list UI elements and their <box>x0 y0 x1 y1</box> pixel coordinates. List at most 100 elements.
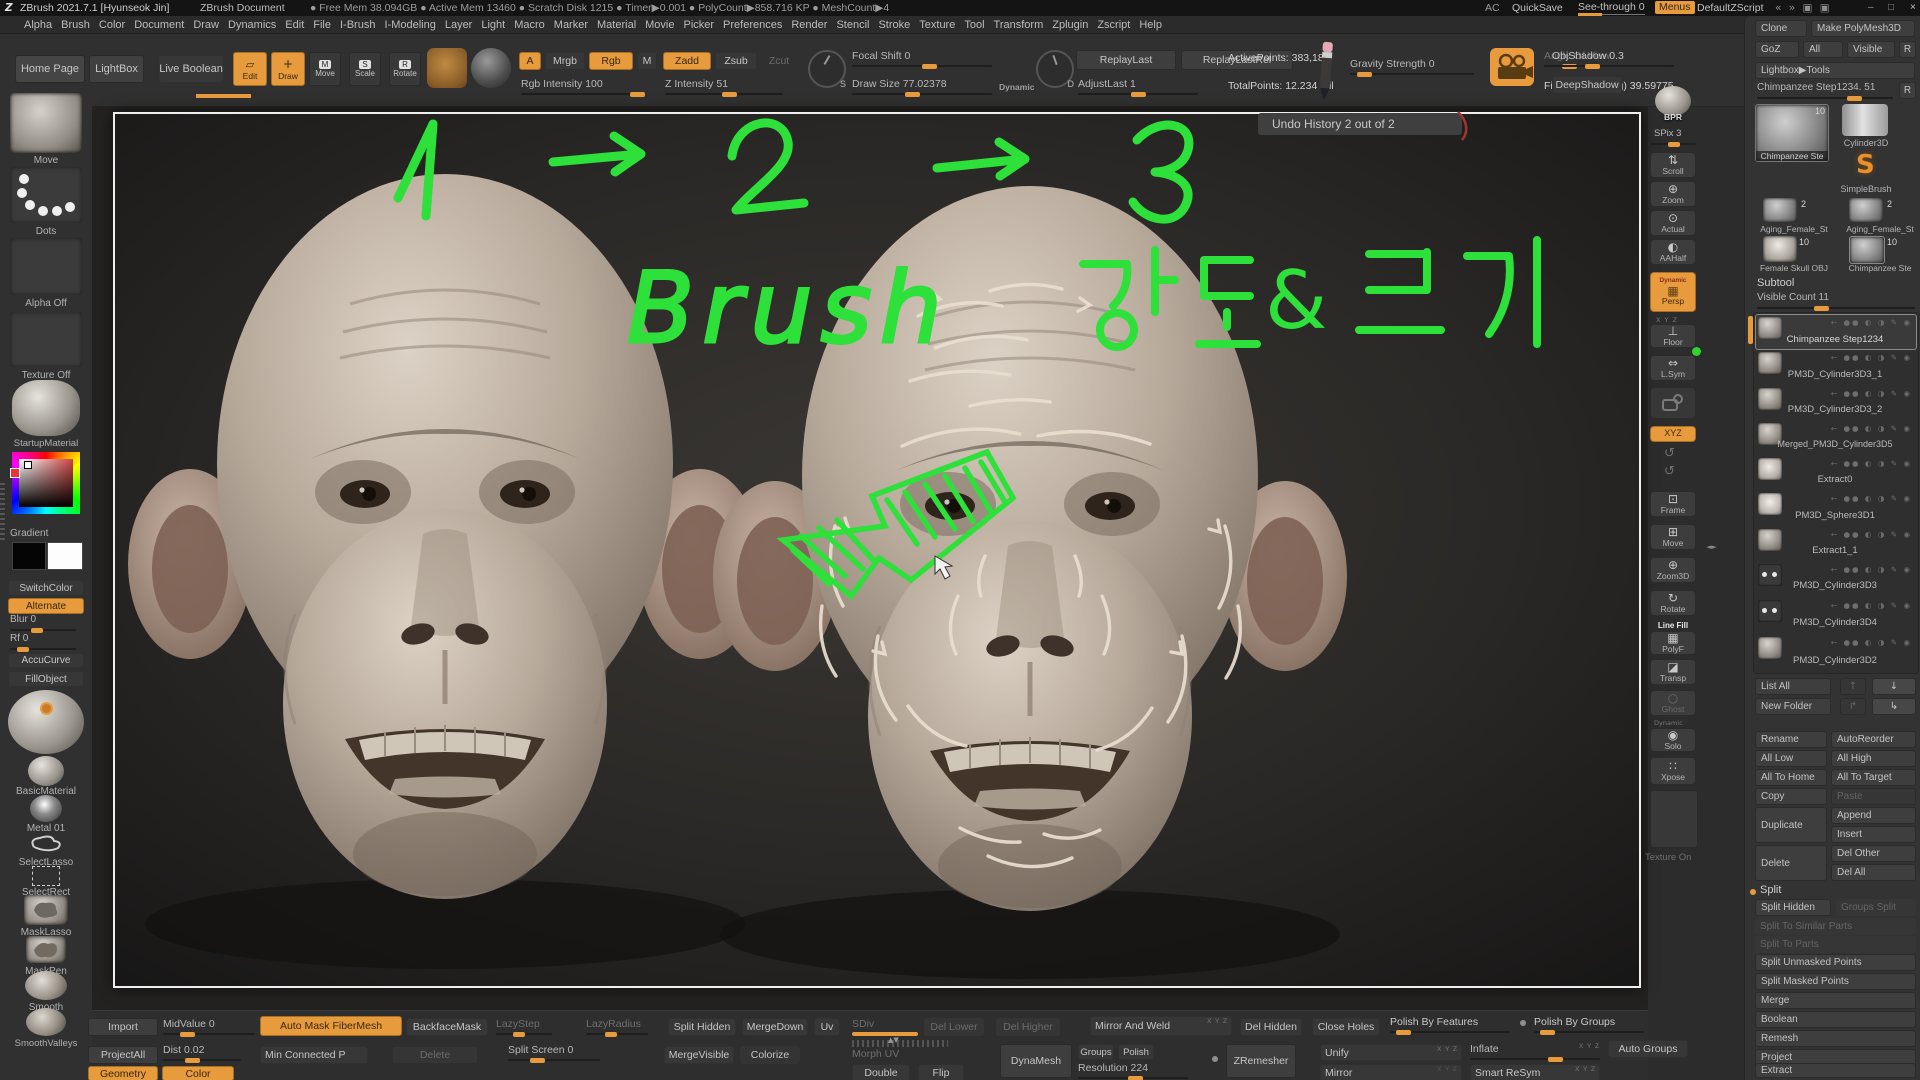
deep-shadow-button[interactable]: DeepShadow <box>1552 76 1622 94</box>
floor-button[interactable]: ⊥Floor <box>1650 324 1696 348</box>
polish-by-features-slider[interactable]: Polish By Features <box>1390 1016 1510 1033</box>
visible-count-slider[interactable]: Visible Count 11 <box>1757 292 1915 309</box>
dist-slider[interactable]: Dist 0.02 <box>163 1044 241 1061</box>
dynamesh-mode-dot[interactable] <box>1212 1056 1218 1062</box>
secondary-color-swatch[interactable] <box>47 542 83 570</box>
all-to-home-button[interactable]: All To Home <box>1755 769 1827 786</box>
morph-uv-label[interactable]: Morph UV <box>852 1048 899 1060</box>
goz-all-button[interactable]: All <box>1803 41 1843 58</box>
mask-pen-thumbnail[interactable] <box>26 936 66 963</box>
sdiv-step-arrows[interactable]: ▲▼ <box>888 1036 899 1044</box>
window-layout-icons[interactable]: « » ▣ ▣ <box>1775 2 1832 14</box>
lightbox-button[interactable]: LightBox <box>89 55 144 83</box>
auto-mask-fibermesh-button[interactable]: Auto Mask FiberMesh <box>260 1016 402 1036</box>
pencil-icon[interactable] <box>1312 40 1340 102</box>
default-zscript-button[interactable]: DefaultZScript <box>1697 2 1764 14</box>
ac-button[interactable]: AC <box>1485 2 1500 14</box>
inflate-slider[interactable]: Inflate X Y Z <box>1470 1043 1600 1060</box>
close-holes-button[interactable]: Close Holes <box>1312 1018 1380 1036</box>
split-section-header[interactable]: Split <box>1760 884 1781 896</box>
unify-button[interactable]: Unify X Y Z <box>1320 1044 1462 1061</box>
insert-button[interactable]: Insert <box>1831 826 1916 843</box>
color-tab[interactable]: Color <box>162 1066 234 1080</box>
mirror-button[interactable]: Mirror X Y Z <box>1320 1064 1462 1080</box>
backface-mask-button[interactable]: BackfaceMask <box>406 1018 488 1036</box>
move-canvas-button[interactable]: ⊞Move <box>1650 524 1696 550</box>
flip-button[interactable]: Flip <box>918 1064 964 1080</box>
dynamesh-button[interactable]: DynaMesh <box>1000 1044 1072 1078</box>
tool-item-thumbnail[interactable] <box>1763 198 1797 222</box>
document-viewport[interactable]: Brush & 강도 & 크기 <box>113 112 1641 988</box>
menu-item[interactable]: Alpha <box>24 19 52 31</box>
minimize-icon[interactable]: – <box>1868 2 1874 13</box>
menu-item[interactable]: Tool <box>964 19 984 31</box>
tool-item-thumbnail[interactable] <box>1849 236 1885 264</box>
tool-item-thumbnail[interactable] <box>1842 104 1888 136</box>
mirror-and-weld-button[interactable]: Mirror And Weld X Y Z <box>1090 1016 1232 1036</box>
move-down-icon[interactable]: ↓ <box>1872 678 1916 695</box>
texture-slot-thumbnail[interactable] <box>1650 790 1698 848</box>
live-boolean-button[interactable]: Live Boolean <box>158 55 224 83</box>
divider-handle[interactable] <box>0 480 5 540</box>
menu-item[interactable]: Help <box>1139 19 1162 31</box>
select-rect-icon[interactable] <box>32 866 60 886</box>
mrgb-toggle[interactable]: Mrgb <box>545 52 585 70</box>
menu-item[interactable]: Brush <box>61 19 90 31</box>
adjust-last-slider[interactable]: AdjustLast 1 <box>1078 78 1198 95</box>
menu-item[interactable]: Movie <box>645 19 674 31</box>
tray-divider-arrows[interactable]: ◄► <box>1706 543 1717 551</box>
texture-slot[interactable] <box>10 312 82 367</box>
zsub-toggle[interactable]: Zsub <box>715 52 757 70</box>
simple-brush-glyph[interactable]: S <box>1856 150 1875 180</box>
fill-object-button[interactable]: FillObject <box>8 671 84 687</box>
merge-down-button[interactable]: MergeDown <box>742 1018 808 1036</box>
current-stroke-thumbnail[interactable] <box>471 48 511 88</box>
lazy-step-slider[interactable]: LazyStep <box>496 1018 552 1035</box>
menu-item[interactable]: I-Modeling <box>384 19 435 31</box>
menus-toggle-button[interactable]: Menus <box>1655 1 1695 14</box>
select-lasso-icon[interactable] <box>28 833 64 855</box>
geometry-tab[interactable]: Geometry <box>88 1066 158 1080</box>
menu-item[interactable]: Marker <box>554 19 588 31</box>
menu-item[interactable]: Layer <box>445 19 473 31</box>
zadd-toggle[interactable]: Zadd <box>663 52 711 70</box>
dynamic-label[interactable]: Dynamic <box>999 82 1034 92</box>
split-hidden-button[interactable]: Split Hidden <box>1755 899 1831 916</box>
xyz-axis-button[interactable]: XYZ <box>1650 426 1696 442</box>
color-picker[interactable] <box>12 452 80 514</box>
extract-button[interactable]: Extract <box>1755 1063 1916 1078</box>
remesh-button[interactable]: Remesh <box>1755 1030 1916 1047</box>
goz-button[interactable]: GoZ <box>1755 41 1799 58</box>
lightbox-tools-button[interactable]: Lightbox▶Tools <box>1755 62 1915 79</box>
spix-slider[interactable]: SPix 3 <box>1650 128 1696 145</box>
split-similar-button[interactable]: Split To Similar Parts <box>1755 918 1916 935</box>
rename-button[interactable]: Rename <box>1755 731 1827 748</box>
sdiv-slider-fill[interactable] <box>852 1032 918 1036</box>
menu-item[interactable]: Macro <box>514 19 545 31</box>
draw-mode-button[interactable]: + Draw <box>271 52 305 86</box>
basic-material-thumbnail[interactable] <box>28 756 64 786</box>
make-polymesh3d-button[interactable]: Make PolyMesh3D <box>1811 20 1915 37</box>
del-higher-button[interactable]: Del Higher <box>996 1018 1060 1036</box>
rotate-mode-button[interactable]: R Rotate <box>389 52 421 86</box>
floor-axis-letters[interactable]: X Y Z <box>1656 316 1678 324</box>
material-thumbnail[interactable] <box>12 380 80 436</box>
polyframe-button[interactable]: ▦PolyF <box>1650 631 1696 655</box>
copy-button[interactable]: Copy <box>1755 788 1827 805</box>
menu-item[interactable]: Picker <box>683 19 714 31</box>
actual-size-button[interactable]: ⊙Actual <box>1650 210 1696 236</box>
delete-button[interactable]: Delete <box>1755 845 1827 881</box>
tool-item-thumbnail[interactable] <box>1849 198 1883 222</box>
rgb-intensity-slider[interactable]: Rgb Intensity 100 <box>521 78 639 95</box>
polish-button[interactable]: Polish <box>1118 1044 1154 1060</box>
menu-item[interactable]: Preferences <box>723 19 782 31</box>
rgb-toggle[interactable]: Rgb <box>589 52 633 70</box>
split-to-parts-button[interactable]: Split To Parts <box>1755 936 1916 953</box>
tool-item-thumbnail[interactable] <box>1763 236 1797 262</box>
gradient-label[interactable]: Gradient <box>10 528 90 539</box>
lazy-radius-slider[interactable]: LazyRadius <box>586 1018 648 1035</box>
rotate-y-icon[interactable]: ↺ <box>1664 446 1675 461</box>
zremesher-button[interactable]: ZRemesher <box>1226 1044 1296 1078</box>
move-down-section-icon[interactable]: ↳ <box>1872 698 1916 715</box>
min-connected-button[interactable]: Min Connected P <box>260 1046 368 1064</box>
